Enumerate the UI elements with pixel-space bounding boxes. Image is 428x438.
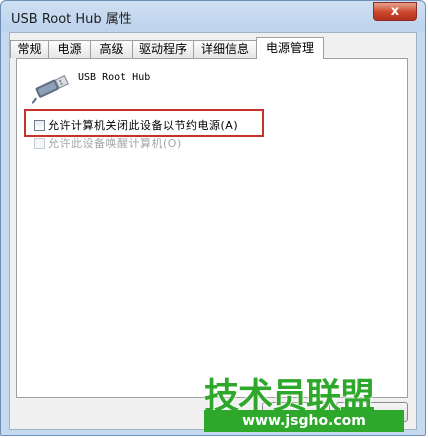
- window-title: USB Root Hub 属性: [11, 12, 132, 27]
- allow-power-off-option[interactable]: 允许计算机关闭此设备以节约电源(A): [34, 117, 238, 133]
- allow-wake-checkbox: [34, 137, 45, 149]
- tab-general[interactable]: 常规: [10, 40, 49, 58]
- tab-driver[interactable]: 驱动程序: [132, 40, 194, 58]
- tab-power[interactable]: 电源: [48, 40, 91, 58]
- allow-wake-option: 允许此设备唤醒计算机(O): [34, 135, 182, 151]
- usb-plug-icon: [32, 75, 69, 104]
- allow-power-off-checkbox[interactable]: [34, 119, 45, 131]
- allow-power-off-label[interactable]: 允许计算机关闭此设备以节约电源(A): [48, 117, 238, 133]
- watermark-url: www.jsgho.com: [204, 410, 404, 432]
- allow-wake-label: 允许此设备唤醒计算机(O): [48, 137, 182, 150]
- tab-details[interactable]: 详细信息: [193, 40, 257, 58]
- device-name: USB Root Hub: [78, 72, 151, 83]
- title-bar[interactable]: USB Root Hub 属性: [1, 1, 425, 31]
- close-button[interactable]: x: [373, 2, 417, 21]
- tab-advanced[interactable]: 高级: [90, 40, 133, 58]
- tab-power-management[interactable]: 电源管理: [256, 37, 324, 59]
